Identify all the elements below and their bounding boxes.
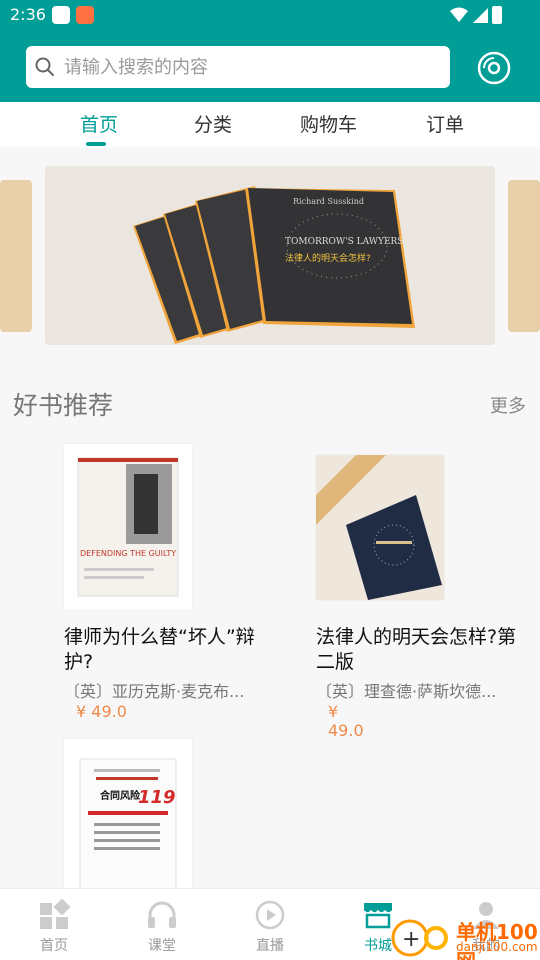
grid-icon	[40, 899, 70, 929]
search-input[interactable]	[64, 46, 444, 88]
nav-label: 直播	[256, 938, 284, 954]
banner-next-slide[interactable]	[508, 180, 540, 332]
svg-text:Richard Susskind: Richard Susskind	[293, 197, 364, 206]
book-price: ¥ 49.0	[76, 702, 127, 721]
svg-text:+: +	[402, 927, 420, 952]
watermark-icon: +	[391, 919, 448, 957]
play-icon	[255, 900, 285, 930]
banner-slide[interactable]: Richard Susskind TOMORROW'S LAWYERS 法律人的…	[45, 166, 495, 345]
status-time: 2:36	[10, 5, 46, 24]
book-title[interactable]: 法律人的明天会怎样?第二版	[316, 625, 526, 675]
disc-icon[interactable]	[476, 50, 512, 86]
svg-text:法律人的明天会怎样?: 法律人的明天会怎样?	[285, 252, 371, 264]
search-icon	[35, 57, 54, 76]
book-cover[interactable]: DEFENDING THE GUILTY	[64, 444, 192, 610]
more-link[interactable]: 更多	[490, 392, 526, 418]
nav-home[interactable]: 首页	[0, 889, 108, 960]
nav-label: 课堂	[148, 938, 176, 954]
svg-text:TOMORROW'S LAWYERS: TOMORROW'S LAWYERS	[285, 237, 403, 247]
tab-home[interactable]: 首页	[80, 110, 118, 137]
book-cover[interactable]	[316, 455, 444, 600]
nav-classroom[interactable]: 课堂	[108, 889, 216, 960]
tab-orders[interactable]: 订单	[426, 110, 464, 137]
svg-text:合同风险: 合同风险	[99, 789, 141, 802]
status-bar: 2:36	[0, 0, 540, 32]
nav-label: 首页	[40, 938, 68, 954]
tab-indicator	[86, 142, 106, 146]
banner-prev-slide[interactable]	[0, 180, 32, 332]
tab-cart[interactable]: 购物车	[300, 110, 357, 137]
app-header	[0, 32, 540, 102]
section-title: 好书推荐	[13, 391, 114, 420]
book-author: 〔英〕理查德·萨斯坎德...	[316, 682, 497, 701]
book-author: 〔英〕亚历克斯·麦克布...	[64, 682, 245, 701]
book-price: ¥ 49.0	[328, 702, 364, 740]
book-title[interactable]: 律师为什么替“坏人”辩护?	[64, 625, 274, 675]
wifi-icon	[450, 7, 468, 22]
battery-icon	[492, 6, 502, 24]
top-tabs: 首页 分类 购物车 订单	[0, 102, 540, 147]
app-notification-icon	[52, 6, 70, 24]
watermark-logo: + 单机100网 danji100.com	[388, 914, 540, 960]
tab-category[interactable]: 分类	[194, 110, 232, 137]
signal-icon	[473, 8, 488, 23]
nav-live[interactable]: 直播	[216, 889, 324, 960]
banner-image: Richard Susskind TOMORROW'S LAWYERS 法律人的…	[45, 166, 495, 345]
headphones-icon	[148, 901, 176, 928]
watermark-url: danji100.com	[456, 940, 538, 954]
book-cover[interactable]: 合同风险 119	[64, 739, 192, 890]
svg-text:119: 119	[138, 787, 176, 808]
app-notification-icon	[76, 6, 94, 24]
search-bar[interactable]	[26, 46, 450, 88]
svg-text:DEFENDING THE GUILTY: DEFENDING THE GUILTY	[80, 549, 176, 558]
